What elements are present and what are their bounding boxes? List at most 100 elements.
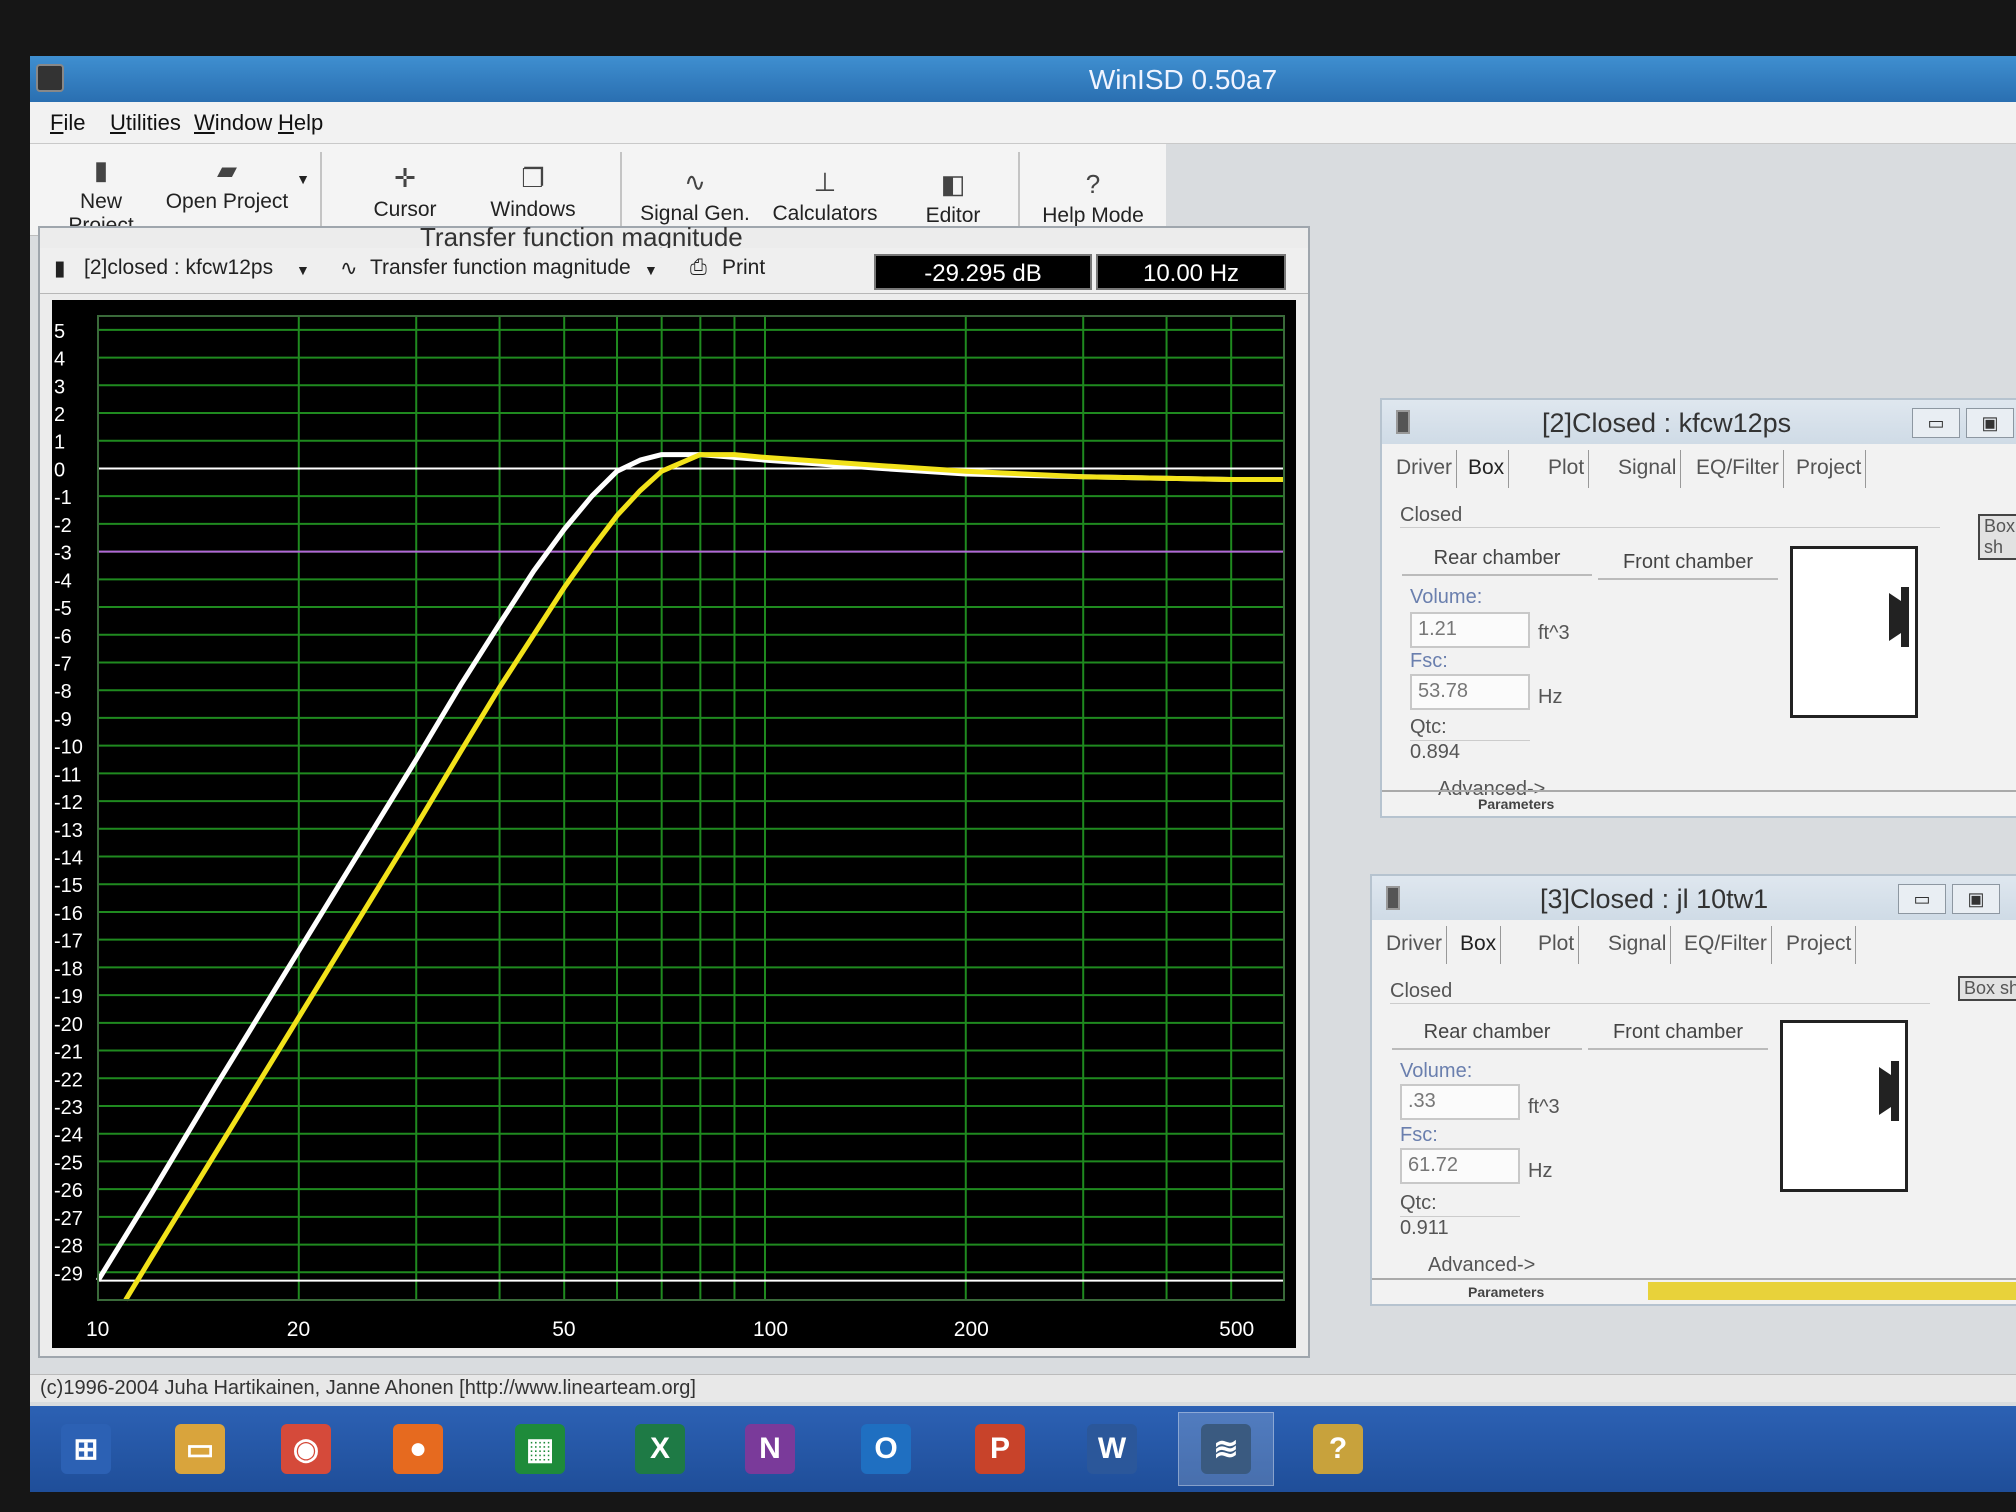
tab-eq-filter[interactable]: EQ/Filter	[1692, 450, 1784, 488]
taskbar-item[interactable]: N	[722, 1412, 818, 1486]
volume-input[interactable]: .33	[1400, 1084, 1520, 1120]
y-tick-label: -9	[54, 709, 72, 731]
y-tick-label: -28	[54, 1236, 83, 1258]
taskbar-item[interactable]: ▦	[492, 1412, 588, 1486]
taskbar: ⊞ ▭ ◉ ● ▦ X N O P W ≋?	[30, 1406, 2016, 1492]
calculator-icon: ⊥	[813, 167, 837, 197]
tab-project[interactable]: Project	[1792, 450, 1867, 488]
menu-file[interactable]: File	[50, 110, 85, 136]
tab-plot[interactable]: Plot	[1534, 926, 1580, 964]
chevron-down-icon[interactable]: ▼	[644, 262, 658, 278]
new-project-button[interactable]: ▮ New Project	[46, 150, 156, 237]
minimize-button[interactable]: ▭	[1912, 408, 1960, 438]
taskbar-item[interactable]: W	[1064, 1412, 1160, 1486]
y-tick-label: 5	[54, 321, 65, 343]
y-tick-label: -29	[54, 1263, 83, 1285]
box-type-select[interactable]: Closed	[1400, 504, 1940, 528]
x-tick-label: 100	[753, 1318, 788, 1341]
status-bar: (c)1996-2004 Juha Hartikainen, Janne Aho…	[30, 1374, 2016, 1402]
screen: WinISD 0.50a7 File Utilities Window Help…	[30, 56, 2016, 1492]
parameters-label: Parameters	[1468, 1284, 1545, 1300]
transfer-function-plot[interactable]: 543210-1-2-3-4-5-6-7-8-9-10-11-12-13-14-…	[52, 300, 1296, 1348]
taskbar-item[interactable]: ?	[1290, 1412, 1386, 1486]
question-icon: ?	[1085, 169, 1101, 199]
box-shape-button[interactable]: Box sh	[1978, 514, 2016, 560]
y-tick-label: -21	[54, 1042, 83, 1064]
dialog-icon	[1386, 886, 1400, 910]
closed-box-diagram	[1780, 1020, 1908, 1192]
y-tick-label: 3	[54, 376, 65, 398]
dialog-title-bar: [2]Closed : kfcw12ps ▭ ▣	[1382, 400, 2016, 444]
dialog-title: [3]Closed : jl 10tw1	[1540, 884, 1769, 914]
maximize-button[interactable]: ▣	[1966, 408, 2014, 438]
help-mode-label: Help Mode	[1042, 204, 1144, 227]
menu-window[interactable]: Window	[194, 110, 272, 136]
minimize-button[interactable]: ▭	[1898, 884, 1946, 914]
y-tick-label: -7	[54, 653, 72, 675]
fsc-input[interactable]: 53.78	[1410, 674, 1530, 710]
menu-help[interactable]: Help	[278, 110, 323, 136]
front-chamber-tab[interactable]: Front chamber	[1598, 546, 1778, 580]
title-bar: WinISD 0.50a7	[30, 56, 2016, 102]
tab-box[interactable]: Box	[1456, 926, 1502, 964]
maximize-button[interactable]: ▣	[1952, 884, 2000, 914]
rear-chamber-tab[interactable]: Rear chamber	[1402, 542, 1592, 576]
tab-signal[interactable]: Signal	[1604, 926, 1672, 964]
x-tick-label: 500	[1219, 1318, 1254, 1341]
y-tick-label: -3	[54, 543, 72, 565]
volume-unit: ft^3	[1538, 622, 1570, 644]
fsc-label: Fsc:	[1400, 1124, 1438, 1146]
cursor-icon: ✛	[394, 163, 416, 193]
taskbar-item[interactable]: P	[952, 1412, 1048, 1486]
window-title: WinISD 0.50a7	[1088, 64, 1278, 95]
parameters-bar: Parameters	[1382, 790, 2016, 816]
y-tick-label: -2	[54, 515, 72, 537]
toolbar-separator	[320, 152, 322, 228]
tab-box[interactable]: Box	[1464, 450, 1510, 488]
y-tick-label: -11	[54, 764, 81, 786]
volume-label: Volume:	[1410, 586, 1483, 608]
menu-utilities[interactable]: Utilities	[110, 110, 181, 136]
taskbar-item[interactable]: ●	[370, 1412, 466, 1486]
open-project-button[interactable]: ▰ Open Project	[162, 150, 292, 230]
y-tick-label: 2	[54, 404, 65, 426]
taskbar-item[interactable]: ≋	[1178, 1412, 1274, 1486]
windows-label: Windows	[490, 198, 576, 221]
y-tick-label: -5	[54, 598, 72, 620]
y-tick-label: -4	[54, 570, 72, 592]
rear-chamber-tab[interactable]: Rear chamber	[1392, 1016, 1582, 1050]
tab-signal[interactable]: Signal	[1614, 450, 1682, 488]
store-icon: ▦	[515, 1424, 565, 1474]
tab-plot[interactable]: Plot	[1544, 450, 1590, 488]
advanced-button[interactable]: Advanced->	[1428, 1254, 1535, 1277]
print-button[interactable]: Print	[722, 256, 765, 280]
plot-frame	[97, 315, 1285, 1301]
tab-project[interactable]: Project	[1782, 926, 1857, 964]
taskbar-item[interactable]: X	[612, 1412, 708, 1486]
open-project-label: Open Project	[165, 190, 289, 213]
taskbar-item[interactable]: O	[838, 1412, 934, 1486]
fsc-unit: Hz	[1528, 1160, 1553, 1182]
chevron-down-icon: ▼	[296, 171, 310, 187]
calculators-label: Calculators	[772, 202, 878, 225]
y-tick-label: 0	[54, 459, 65, 481]
box-dialog-jl-10tw1: [3]Closed : jl 10tw1 ▭ ▣ Driver Box Plot…	[1370, 874, 2016, 1306]
taskbar-item[interactable]: ▭	[152, 1412, 248, 1486]
printer-icon[interactable]: ⎙	[690, 256, 707, 280]
volume-input[interactable]: 1.21	[1410, 612, 1530, 648]
graph-type-select[interactable]: Transfer function magnitude	[370, 256, 631, 280]
taskbar-item[interactable]: ⊞	[38, 1412, 134, 1486]
tab-eq-filter[interactable]: EQ/Filter	[1680, 926, 1772, 964]
tab-driver[interactable]: Driver	[1382, 926, 1447, 964]
tab-driver[interactable]: Driver	[1392, 450, 1457, 488]
box-type-select[interactable]: Closed	[1390, 980, 1930, 1004]
chevron-down-icon[interactable]: ▼	[296, 262, 310, 278]
y-tick-label: -13	[54, 820, 83, 842]
taskbar-item[interactable]: ◉	[258, 1412, 354, 1486]
project-select[interactable]: [2]closed : kfcw12ps	[84, 256, 273, 280]
front-chamber-tab[interactable]: Front chamber	[1588, 1016, 1768, 1050]
fsc-input[interactable]: 61.72	[1400, 1148, 1520, 1184]
help-icon: ?	[1313, 1424, 1363, 1474]
box-shape-button[interactable]: Box sha	[1958, 976, 2016, 1001]
y-tick-label: -16	[54, 903, 83, 925]
